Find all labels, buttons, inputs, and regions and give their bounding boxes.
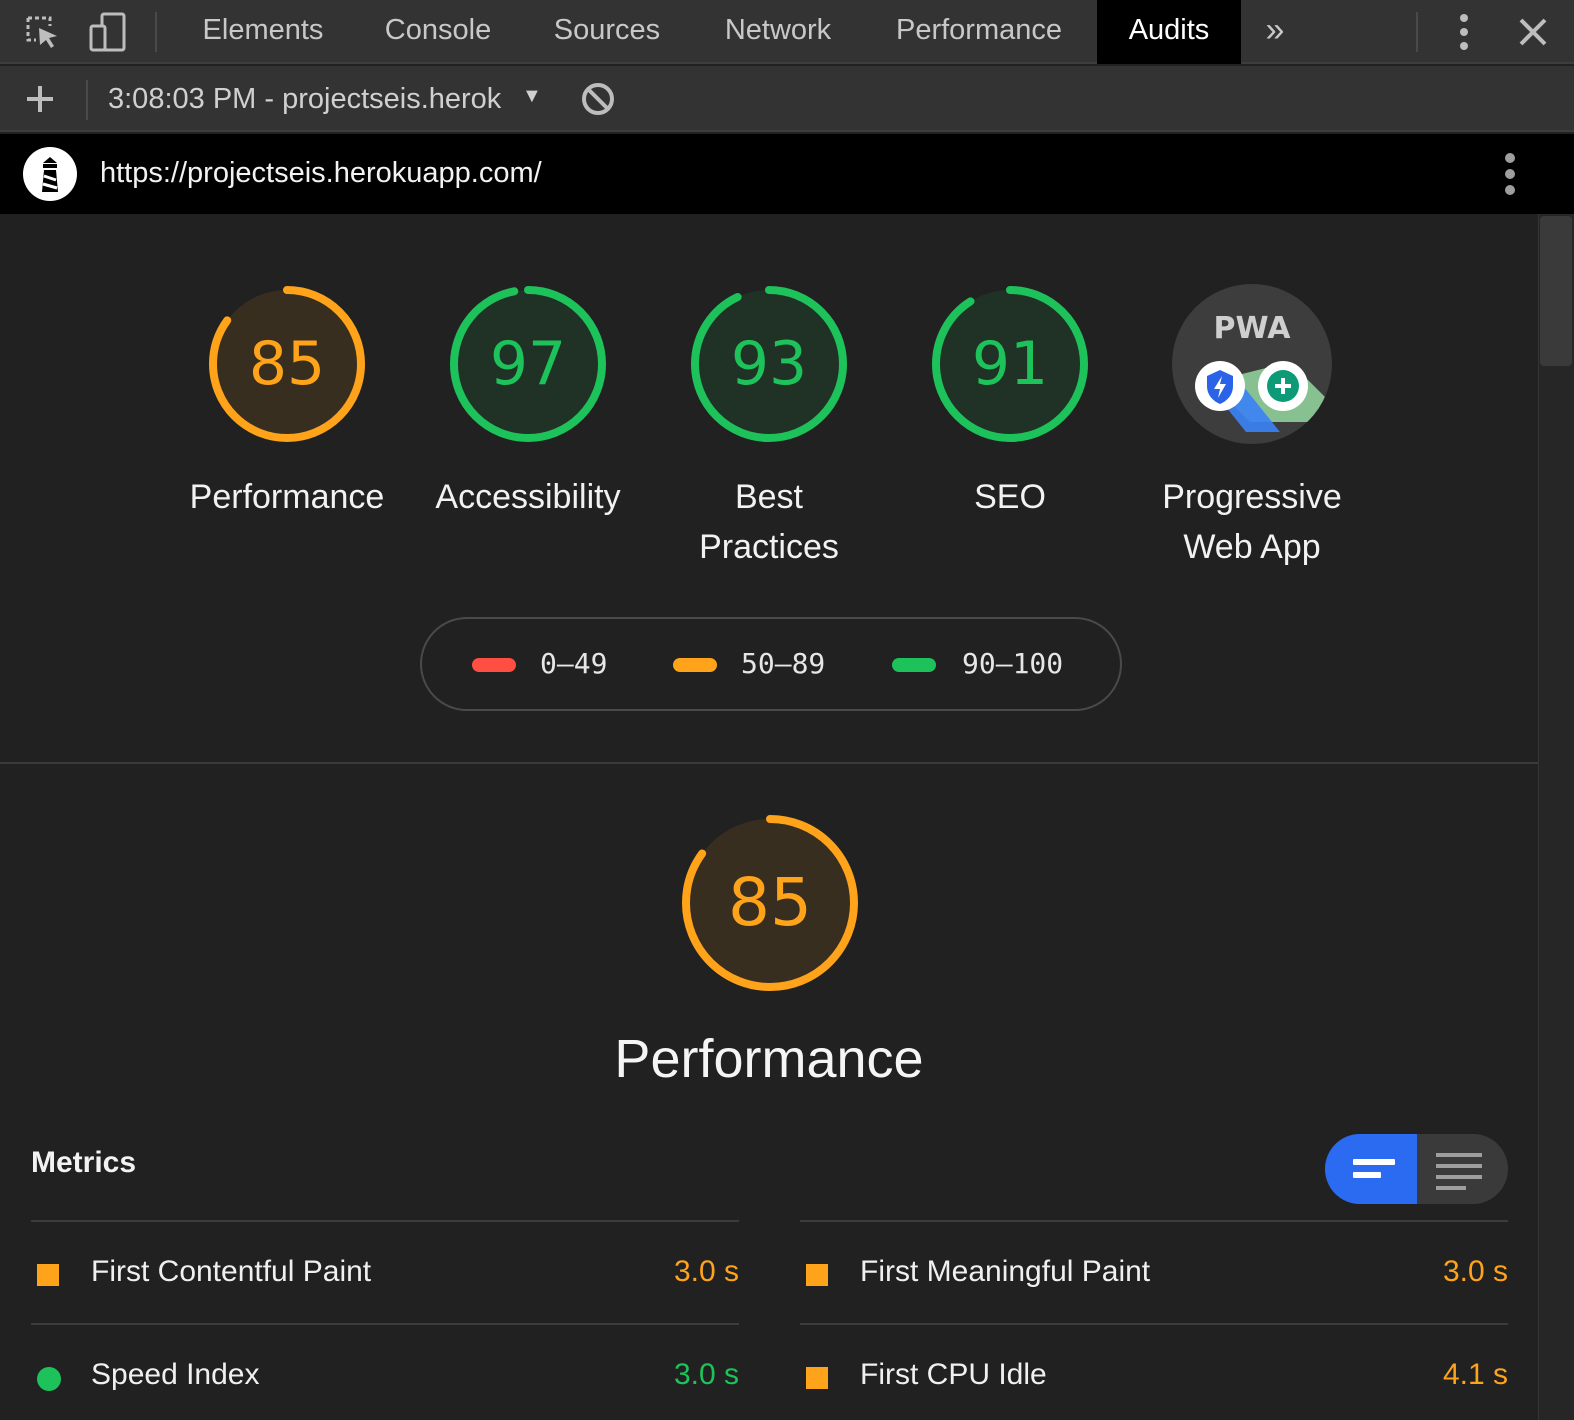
clear-all-icon[interactable] xyxy=(576,77,620,121)
gauge-label: Performance xyxy=(189,478,385,516)
metric-value: 3.0 s xyxy=(1442,1255,1508,1288)
metrics-expanded-view-button[interactable] xyxy=(1417,1134,1508,1204)
category-score: 85 xyxy=(728,864,812,941)
tab-bar-separator xyxy=(1416,12,1418,52)
legend-fail-swatch xyxy=(472,658,516,672)
gauge-seo-ring: 91 xyxy=(932,286,1088,442)
category-title: Performance xyxy=(614,1029,924,1089)
metric-first-contentful-paint[interactable]: First Contentful Paint 3.0 s xyxy=(31,1220,739,1322)
tab-bar-separator xyxy=(155,12,157,52)
gauge-label-line: Progressive xyxy=(1162,478,1342,516)
tab-network[interactable]: Network xyxy=(698,0,858,64)
scrollbar-track[interactable] xyxy=(1538,214,1574,1420)
gauge-performance[interactable]: 85 Performance xyxy=(167,282,407,522)
compact-view-icon xyxy=(1353,1159,1395,1178)
gauge-label: Best Practices xyxy=(649,472,889,572)
chevron-down-icon[interactable]: ▼ xyxy=(522,66,542,126)
metric-value: 4.1 s xyxy=(1442,1358,1508,1391)
legend-average-range: 50–89 xyxy=(741,647,826,680)
new-audit-plus-icon[interactable] xyxy=(18,77,62,121)
average-square-icon xyxy=(37,1264,59,1286)
device-toolbar-icon[interactable] xyxy=(86,10,130,54)
kebab-menu-icon[interactable] xyxy=(1442,10,1486,54)
gauge-label: Progressive Web App xyxy=(1132,472,1372,572)
metrics-view-toggle[interactable] xyxy=(1325,1134,1508,1204)
gauge-best-practices-score: 93 xyxy=(731,329,807,399)
report-menu-icon[interactable] xyxy=(1490,150,1530,203)
gauge-label: Accessibility xyxy=(435,478,621,516)
metric-name: Speed Index xyxy=(91,1358,260,1391)
metric-name: First CPU Idle xyxy=(860,1358,1047,1391)
legend-pass-range: 90–100 xyxy=(962,647,1064,680)
tab-audits[interactable]: Audits xyxy=(1097,0,1241,64)
report-url-bar: https://projectseis.herokuapp.com/ xyxy=(0,134,1574,214)
lighthouse-logo-icon xyxy=(22,146,78,207)
gauge-accessibility[interactable]: 97 Accessibility xyxy=(408,282,648,522)
metric-name: First Contentful Paint xyxy=(91,1255,372,1288)
gauge-label-line: Best xyxy=(734,478,804,516)
category-gauge-ring: 85 xyxy=(682,815,858,991)
gauge-label: SEO xyxy=(974,478,1046,516)
metric-speed-index[interactable]: Speed Index 3.0 s xyxy=(31,1323,739,1420)
tab-performance[interactable]: Performance xyxy=(872,0,1086,64)
gauge-accessibility-ring: 97 xyxy=(450,286,606,442)
gauge-best-practices-ring: 93 xyxy=(691,286,847,442)
metrics-heading: Metrics xyxy=(31,1146,137,1179)
tab-console[interactable]: Console xyxy=(360,0,516,64)
gauge-label-line: Practices xyxy=(699,528,839,566)
category-performance-gauge: 85 xyxy=(679,812,861,999)
gauge-best-practices[interactable]: 93 Best Practices xyxy=(649,282,889,572)
report-select[interactable]: 3:08:03 PM - projectseis.herok xyxy=(108,66,518,132)
tab-sources[interactable]: Sources xyxy=(530,0,684,64)
legend-fail-range: 0–49 xyxy=(540,647,608,680)
metric-name: First Meaningful Paint xyxy=(860,1255,1151,1288)
gauge-performance-score: 85 xyxy=(249,329,325,399)
metric-first-meaningful-paint[interactable]: First Meaningful Paint 3.0 s xyxy=(800,1220,1508,1322)
average-square-icon xyxy=(806,1264,828,1286)
inspect-element-icon[interactable] xyxy=(20,10,64,54)
report-url[interactable]: https://projectseis.herokuapp.com/ xyxy=(100,134,542,214)
audits-toolbar: 3:08:03 PM - projectseis.herok ▼ xyxy=(0,66,1574,132)
gauge-accessibility-score: 97 xyxy=(490,329,566,399)
gauge-label-line: Web App xyxy=(1183,528,1321,566)
toolbar-separator xyxy=(86,80,88,120)
devtools-tab-bar: Elements Console Sources Network Perform… xyxy=(0,0,1574,64)
pwa-badge-text: PWA xyxy=(1214,311,1292,346)
gauge-pwa[interactable]: PWA Progressive Web App xyxy=(1132,282,1372,572)
close-icon[interactable] xyxy=(1511,10,1555,54)
metric-value: 3.0 s xyxy=(673,1255,739,1288)
score-scale-legend: 0–49 50–89 90–100 xyxy=(420,617,1122,711)
metrics-compact-view-button[interactable] xyxy=(1325,1134,1417,1204)
gauge-seo-score: 91 xyxy=(972,329,1048,399)
pwa-badge-icon: PWA xyxy=(1172,284,1332,444)
more-tabs-icon[interactable]: » xyxy=(1250,0,1300,64)
expanded-view-icon xyxy=(1436,1153,1482,1190)
pass-circle-icon xyxy=(37,1367,61,1391)
metric-value: 3.0 s xyxy=(673,1358,739,1391)
metric-first-cpu-idle[interactable]: First CPU Idle 4.1 s xyxy=(800,1323,1508,1420)
gauge-seo[interactable]: 91 SEO xyxy=(890,282,1130,522)
legend-average-swatch xyxy=(673,658,717,672)
section-divider xyxy=(0,762,1538,764)
tab-elements[interactable]: Elements xyxy=(180,0,346,64)
scrollbar-thumb[interactable] xyxy=(1540,216,1572,366)
average-square-icon xyxy=(806,1367,828,1389)
legend-pass-swatch xyxy=(892,658,936,672)
gauge-performance-ring: 85 xyxy=(209,286,365,442)
